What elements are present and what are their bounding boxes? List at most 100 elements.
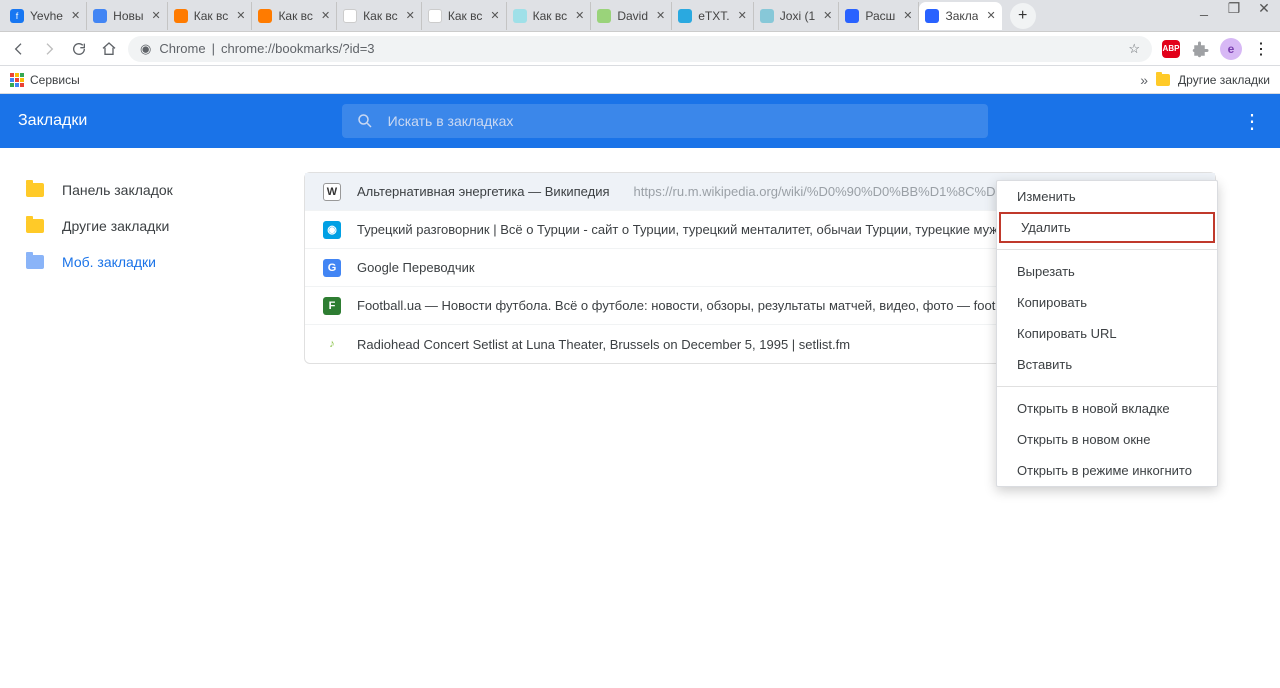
sidebar-item-label: Моб. закладки (62, 254, 156, 270)
tab-close-icon[interactable]: ✕ (71, 9, 80, 22)
bookmark-star-icon[interactable]: ☆ (1128, 41, 1140, 57)
menu-separator (997, 386, 1217, 387)
tab-close-icon[interactable]: ✕ (406, 9, 415, 22)
page-title: Закладки (18, 112, 87, 130)
tab-close-icon[interactable]: ✕ (823, 9, 832, 22)
bookmarks-menu-icon[interactable]: ⋮ (1242, 109, 1262, 134)
browser-tab-10[interactable]: Расш ✕ (839, 2, 919, 30)
browser-tab-11[interactable]: ★ Закла ✕ (919, 2, 1001, 30)
bookmark-favicon: G (323, 259, 341, 277)
tab-close-icon[interactable]: ✕ (986, 9, 995, 22)
sidebar-item-1[interactable]: Другие закладки (0, 208, 280, 244)
context-menu-item[interactable]: Вставить (997, 349, 1217, 380)
bookmark-title: Google Переводчик (357, 260, 475, 275)
bookmark-title: Radiohead Concert Setlist at Luna Theate… (357, 337, 850, 352)
browser-tab-0[interactable]: f Yevhe ✕ (4, 2, 87, 30)
browser-tab-4[interactable]: Как вс ✕ (337, 2, 422, 30)
context-menu-item[interactable]: Открыть в новом окне (997, 424, 1217, 455)
forward-button[interactable] (38, 38, 60, 60)
tab-favicon-11: ★ (925, 9, 939, 23)
tab-close-icon[interactable]: ✕ (321, 9, 330, 22)
tab-title: eTXT. (698, 9, 729, 23)
omnibox-url: chrome://bookmarks/?id=3 (221, 41, 375, 56)
back-button[interactable] (8, 38, 30, 60)
tab-title: Расш (865, 9, 895, 23)
browser-tab-2[interactable]: Как вс ✕ (168, 2, 253, 30)
context-menu-item[interactable]: Открыть в режиме инкогнито (997, 455, 1217, 486)
tab-close-icon[interactable]: ✕ (656, 9, 665, 22)
tab-close-icon[interactable]: ✕ (490, 9, 499, 22)
browser-tab-9[interactable]: Joxi (1 ✕ (754, 2, 840, 30)
abp-extension-icon[interactable]: ABP (1160, 38, 1182, 60)
folder-icon (26, 219, 44, 233)
bookmark-favicon: F (323, 297, 341, 315)
context-menu-item[interactable]: Удалить (999, 212, 1215, 243)
reload-button[interactable] (68, 38, 90, 60)
context-menu-item[interactable]: Вырезать (997, 256, 1217, 287)
bookmark-title: Турецкий разговорник | Всё о Турции - са… (357, 222, 1012, 237)
chrome-menu-icon[interactable]: ⋮ (1250, 38, 1272, 60)
omnibox-label: Chrome (159, 41, 205, 56)
other-bookmarks-label: Другие закладки (1178, 73, 1270, 87)
sidebar-item-0[interactable]: Панель закладок (0, 172, 280, 208)
context-menu-item[interactable]: Копировать (997, 287, 1217, 318)
apps-shortcut[interactable]: Сервисы (10, 73, 80, 87)
tab-close-icon[interactable]: ✕ (738, 9, 747, 22)
tab-favicon-9 (760, 9, 774, 23)
tab-close-icon[interactable]: ✕ (236, 9, 245, 22)
browser-tab-3[interactable]: Как вс ✕ (252, 2, 337, 30)
bookmarks-header: Закладки ⋮ (0, 94, 1280, 148)
extensions-icon[interactable] (1190, 38, 1212, 60)
omnibox[interactable]: ◉ Chrome | chrome://bookmarks/?id=3 ☆ (128, 36, 1152, 62)
tab-close-icon[interactable]: ✕ (903, 9, 912, 22)
other-bookmarks-shortcut[interactable]: » Другие закладки (1140, 72, 1270, 88)
bookmark-search[interactable] (342, 104, 988, 138)
bookmark-favicon: ◉ (323, 221, 341, 239)
minimize-button[interactable]: _ (1194, 0, 1214, 17)
address-bar-row: ◉ Chrome | chrome://bookmarks/?id=3 ☆ AB… (0, 32, 1280, 66)
tab-favicon-4 (343, 9, 357, 23)
sidebar-item-2[interactable]: Моб. закладки (0, 244, 280, 280)
sidebar: Панель закладокДругие закладки Моб. закла… (0, 148, 280, 364)
browser-tab-6[interactable]: Как вс✕ (507, 2, 592, 30)
maximize-button[interactable]: ❐ (1224, 0, 1244, 17)
tab-title: Как вс (448, 9, 483, 23)
tab-close-icon[interactable]: ✕ (152, 9, 161, 22)
context-menu-item[interactable]: Открыть в новой вкладке (997, 393, 1217, 424)
close-window-button[interactable]: ✕ (1254, 0, 1274, 17)
tab-favicon-10 (845, 9, 859, 23)
tab-title: Yevhe (30, 9, 63, 23)
search-input[interactable] (388, 113, 974, 129)
tab-favicon-6 (513, 9, 527, 23)
tab-title: Закла (945, 9, 978, 23)
menu-separator (997, 249, 1217, 250)
tab-favicon-3 (258, 9, 272, 23)
tab-title: Как вс (363, 9, 398, 23)
profile-avatar[interactable]: e (1220, 38, 1242, 60)
home-button[interactable] (98, 38, 120, 60)
bookmark-title: Football.ua — Новости футбола. Всё о фут… (357, 298, 1026, 313)
apps-label: Сервисы (30, 73, 80, 87)
search-icon (356, 112, 374, 130)
bookmark-title: Альтернативная энергетика — Википедия (357, 184, 610, 199)
tab-title: Как вс (194, 9, 229, 23)
tab-close-icon[interactable]: ✕ (575, 9, 584, 22)
tab-favicon-7 (597, 9, 611, 23)
tab-title: Новы (113, 9, 143, 23)
browser-tab-7[interactable]: David✕ (591, 2, 672, 30)
bookmarks-bar: Сервисы » Другие закладки (0, 66, 1280, 94)
new-tab-button[interactable]: + (1010, 3, 1036, 29)
browser-tab-8[interactable]: eTXT. ✕ (672, 2, 754, 30)
window-controls: _ ❐ ✕ (1194, 0, 1274, 17)
apps-icon (10, 73, 24, 87)
browser-tabs: fYevhe✕Новы✕Как вс✕Как вс✕Как вс✕Как вс✕… (0, 0, 1280, 32)
browser-tab-1[interactable]: Новы ✕ (87, 2, 168, 30)
site-info-icon[interactable]: ◉ (140, 41, 151, 57)
tab-title: Joxi (1 (780, 9, 815, 23)
tab-title: Как вс (278, 9, 313, 23)
tab-favicon-0: f (10, 9, 24, 23)
browser-tab-5[interactable]: Как вс ✕ (422, 2, 507, 30)
context-menu-item[interactable]: Копировать URL (997, 318, 1217, 349)
context-menu-item[interactable]: Изменить (997, 181, 1217, 212)
tab-favicon-1 (93, 9, 107, 23)
